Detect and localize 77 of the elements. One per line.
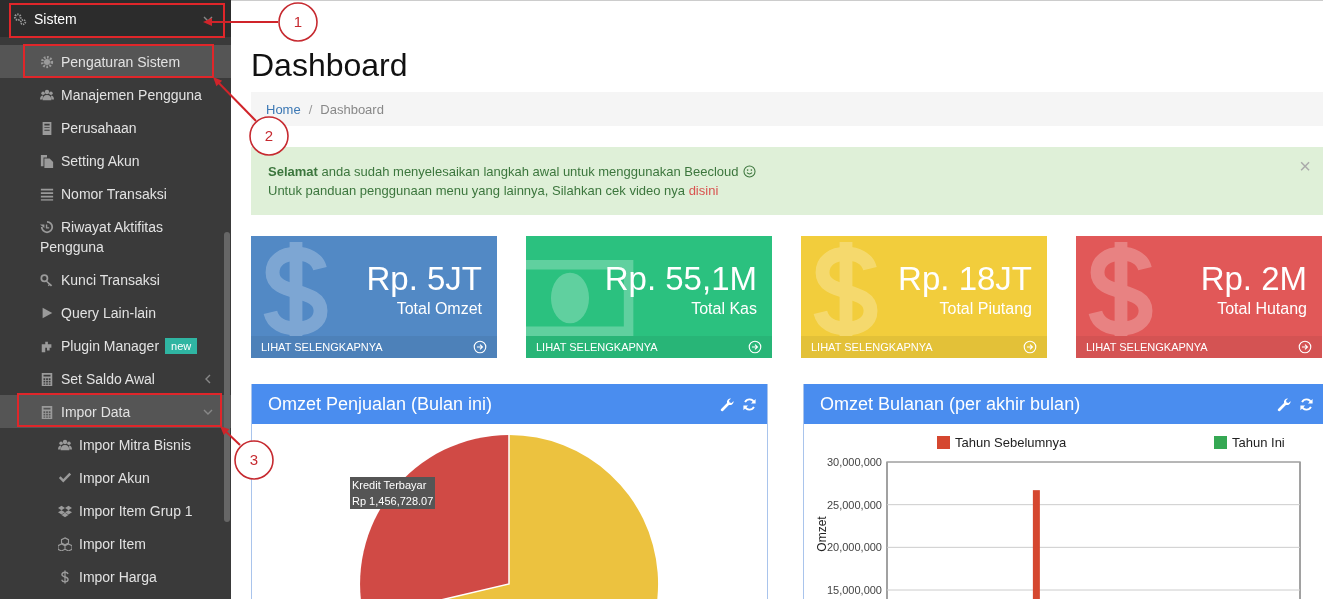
wrench-icon[interactable] [1277, 396, 1292, 412]
calculator-icon [40, 371, 54, 386]
calculator-icon [40, 404, 54, 419]
legend-label: Tahun Ini [1232, 435, 1285, 450]
sidebar-item[interactable]: Impor Data [0, 395, 231, 428]
more-info-link[interactable]: LIHAT SELENGKAPNYA [251, 336, 497, 358]
gear-icon [40, 54, 54, 69]
arrow-circle-icon [1023, 340, 1037, 354]
sidebar-subitem[interactable]: Impor Mitra Bisnis [0, 428, 231, 461]
tooltip-title: Kredit Terbayar [352, 478, 428, 493]
gears-icon [13, 11, 27, 26]
wrench-icon[interactable] [720, 396, 735, 412]
sidebar-item[interactable]: Query Lain-lain [0, 296, 231, 329]
stat-value: Rp. 18JT [898, 260, 1032, 298]
axis-tick-label: 20,000,000 [826, 541, 882, 554]
stat-label: Total Omzet [396, 299, 482, 319]
stat-label: Total Piutang [939, 299, 1032, 319]
dollar-icon [58, 569, 72, 584]
legend-item[interactable]: Tahun Sebelumnya [937, 435, 1067, 450]
sidebar-item[interactable]: Manajemen Pengguna [0, 78, 231, 111]
breadcrumb-link[interactable]: Home [266, 101, 301, 117]
scrollbar[interactable] [224, 232, 230, 522]
users-icon [58, 437, 72, 452]
sidebar-item[interactable]: Set Saldo Awal [0, 362, 231, 395]
legend-item[interactable]: Tahun Ini [1214, 435, 1285, 450]
axis-tick-label: 25,000,000 [826, 498, 882, 511]
alert-message: Selamat anda sudah menyelesaikan langkah awal untuk menggunakan Beecloud [268, 163, 739, 181]
breadcrumb-separator: / [308, 101, 313, 117]
stat-value: Rp. 5JT [366, 260, 482, 298]
refresh-icon[interactable] [1299, 396, 1314, 412]
new-badge: new [165, 337, 198, 354]
list-icon [40, 186, 54, 201]
users-icon [40, 87, 54, 102]
box-icon [58, 503, 72, 518]
sidebar-item[interactable]: Kunci Transaksi [0, 263, 231, 296]
callout-number: 2 [264, 127, 274, 144]
axis-title: Omzet [815, 516, 829, 552]
tooltip-value: Rp 1,456,728.07 [352, 494, 434, 509]
check-icon [58, 470, 72, 485]
smiley-icon [742, 165, 756, 178]
more-info-link[interactable]: LIHAT SELENGKAPNYA [1076, 336, 1322, 358]
panel-title: Omzet Bulanan (per akhir bulan) [820, 393, 1082, 415]
page-title: Dashboard [251, 46, 409, 84]
sidebar-item[interactable]: Plugin Manager new [0, 329, 231, 362]
sidebar-subitem[interactable]: Impor Item Grup 1 [0, 494, 231, 527]
stat-value: Rp. 55,1M [604, 260, 757, 298]
refresh-icon[interactable] [742, 396, 757, 412]
arrow-circle-icon [473, 340, 487, 354]
axis-tick-label: 15,000,000 [826, 584, 882, 596]
callout-arrow [213, 77, 257, 122]
sidebar-subitem[interactable]: Impor Item [0, 527, 231, 560]
copy-icon [40, 153, 54, 168]
key-icon [40, 272, 54, 287]
stat-label: Total Hutang [1217, 299, 1307, 319]
axis-tick-label: 30,000,000 [826, 456, 882, 468]
callout-arrow [220, 426, 241, 446]
sidebar-item[interactable]: Setting Akun [0, 144, 231, 177]
play-icon [40, 305, 54, 320]
arrow-circle-icon [748, 340, 762, 354]
stat-label: Total Kas [691, 299, 757, 319]
building-icon [40, 120, 54, 135]
stat-value: Rp. 2M [1200, 260, 1307, 298]
sidebar-subitem[interactable]: Impor Harga [0, 560, 231, 593]
alert-guide-text: Untuk panduan penggunaan menu yang lainnya, Silahkan cek video nya disini [268, 182, 720, 200]
callout-number: 1 [293, 13, 303, 30]
breadcrumb-current: Dashboard [320, 101, 384, 117]
arrow-circle-icon [1298, 340, 1312, 354]
section-label: Sistem [34, 10, 78, 27]
callout-circle [234, 440, 274, 480]
sidebar-item[interactable]: Nomor Transaksi [0, 177, 231, 210]
panel-title: Omzet Penjualan (Bulan ini) [268, 393, 494, 415]
cubes-icon [58, 536, 72, 551]
callout-number: 3 [249, 451, 259, 468]
sidebar-item[interactable]: Perusahaan [0, 111, 231, 144]
sidebar-item[interactable]: Riwayat Aktifitas Pengguna [0, 210, 231, 263]
sidebar-subitem[interactable]: Impor Akun [0, 461, 231, 494]
history-icon [40, 219, 54, 234]
